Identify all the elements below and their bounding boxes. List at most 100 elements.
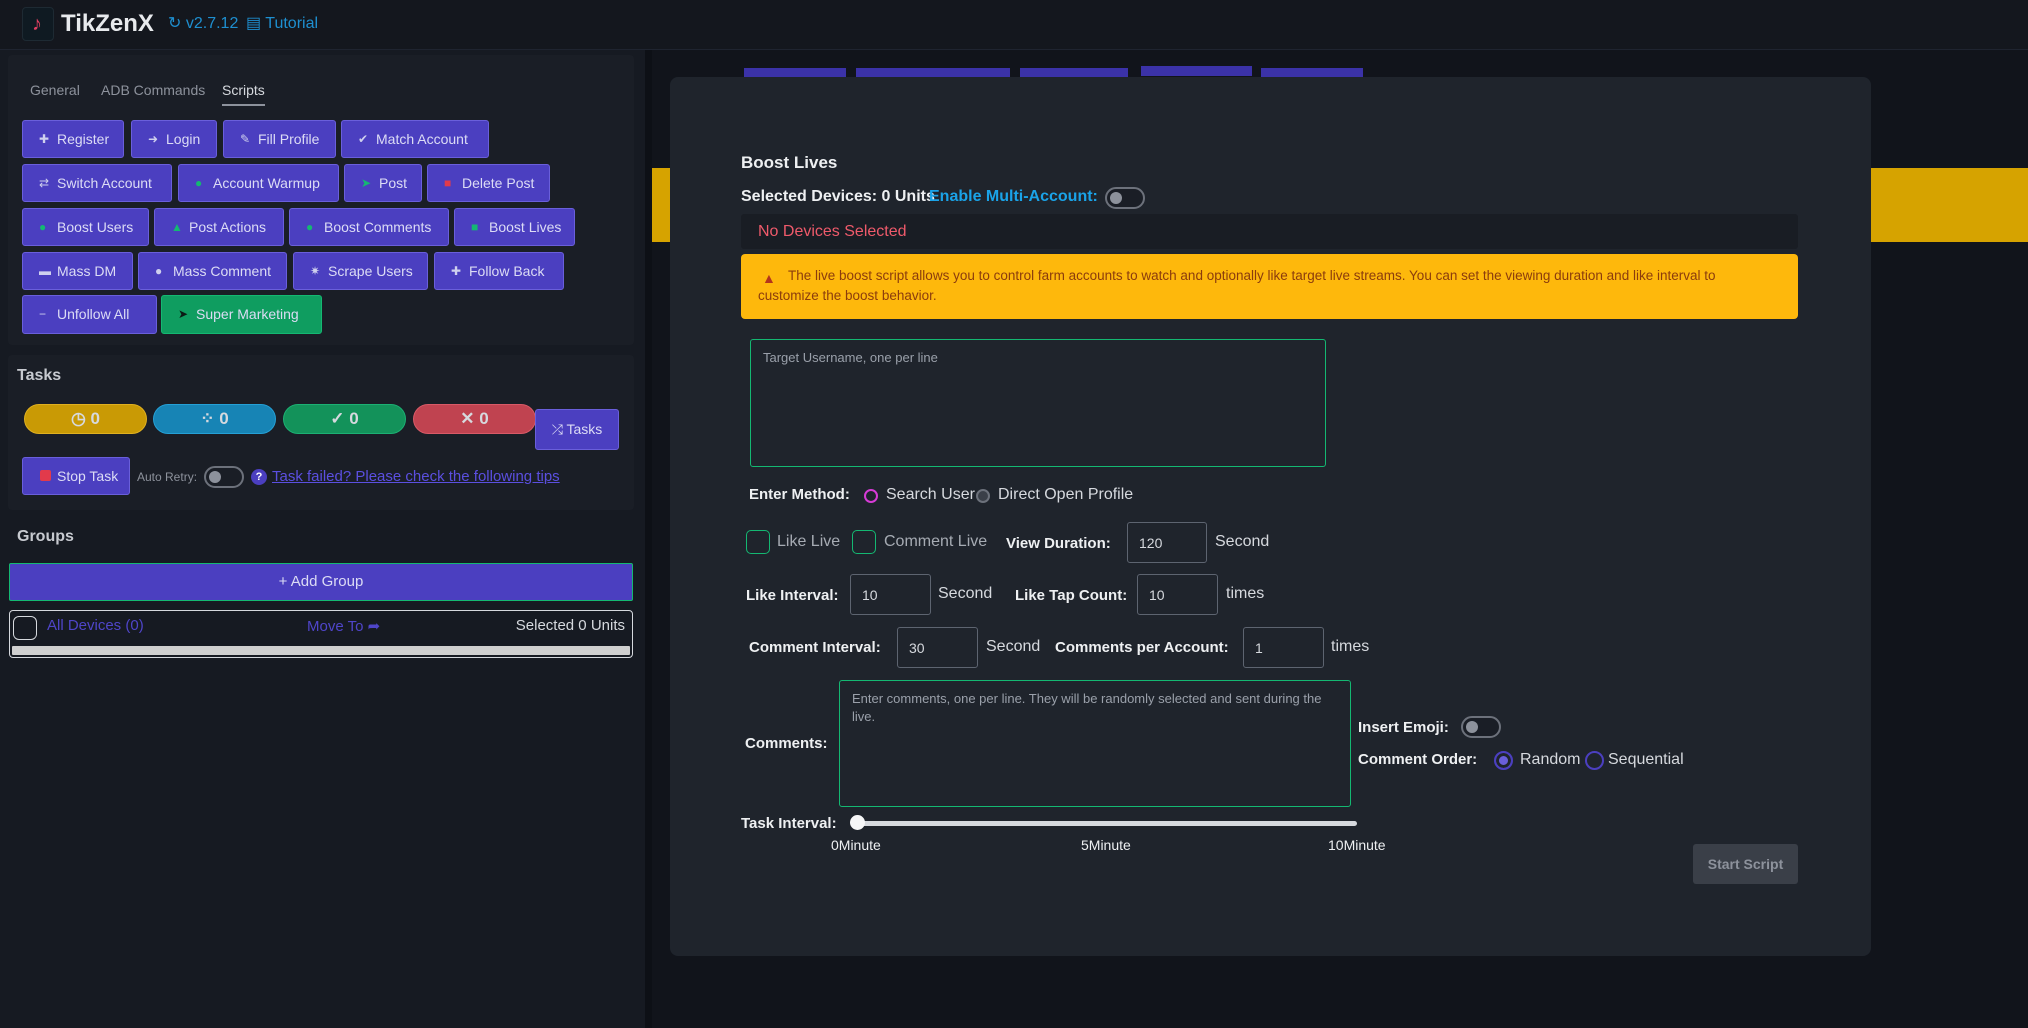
trash-icon: ■ <box>444 176 452 190</box>
tasks-title: Tasks <box>17 367 62 384</box>
auto-retry-label: Auto Retry: <box>137 470 198 484</box>
comments-input[interactable] <box>839 680 1351 807</box>
video-icon: ■ <box>471 220 479 234</box>
mass-comment-button[interactable]: ● Mass Comment <box>138 252 287 290</box>
view-duration-input[interactable] <box>1127 522 1207 563</box>
post-actions-button[interactable]: ▲ Post Actions <box>154 208 284 246</box>
comments-per-account-unit: times <box>1331 638 1370 655</box>
toggle-knob <box>1110 192 1122 204</box>
boost-users-button[interactable]: ● Boost Users <box>22 208 149 246</box>
super-marketing-button[interactable]: ➤ Super Marketing <box>161 295 322 334</box>
delete-post-button[interactable]: ■ Delete Post <box>427 164 550 202</box>
account-warmup-label: Account Warmup <box>213 175 320 191</box>
match-account-label: Match Account <box>376 131 468 147</box>
sequential-order-label[interactable]: Sequential <box>1608 751 1684 769</box>
search-user-radio[interactable] <box>864 489 878 503</box>
login-button[interactable]: ➜ Login <box>131 120 217 158</box>
unfollow-all-button[interactable]: − Unfollow All <box>22 295 157 334</box>
toggle-knob <box>209 471 221 483</box>
fill-profile-label: Fill Profile <box>258 131 320 147</box>
question-circle-icon: ? <box>251 469 267 485</box>
tab-general[interactable]: General <box>30 81 80 99</box>
switch-account-button[interactable]: ⇄ Switch Account <box>22 164 172 202</box>
background-tab <box>1141 66 1252 76</box>
no-devices-text: No Devices Selected <box>758 223 907 240</box>
random-order-label[interactable]: Random <box>1520 751 1580 769</box>
app-title: TikZenX <box>61 10 154 37</box>
mass-dm-button[interactable]: ▬ Mass DM <box>22 252 133 290</box>
comment-live-label[interactable]: Comment Live <box>884 533 987 551</box>
like-tap-count-unit: times <box>1226 585 1265 602</box>
failed-tasks-counter[interactable]: ✕ 0 <box>413 404 536 434</box>
running-tasks-counter[interactable]: ⁘ 0 <box>153 404 276 434</box>
multi-account-label: Enable Multi-Account: <box>929 188 1098 205</box>
device-list-scrollbar[interactable] <box>12 646 630 655</box>
move-to-button[interactable]: Move To ➦ <box>307 617 380 635</box>
comments-per-account-label: Comments per Account: <box>1055 639 1229 656</box>
comments-per-account-input[interactable] <box>1243 627 1324 668</box>
selected-devices-label: Selected Devices: 0 Units <box>741 188 935 205</box>
post-button[interactable]: ➤ Post <box>344 164 422 202</box>
groups-title: Groups <box>17 528 74 545</box>
direct-open-profile-radio[interactable] <box>976 489 990 503</box>
tab-scripts[interactable]: Scripts <box>222 81 265 106</box>
start-script-button[interactable]: Start Script <box>1693 844 1798 884</box>
version-label[interactable]: ↻ v2.7.12 <box>168 15 238 33</box>
send-icon: ➤ <box>361 176 372 190</box>
all-devices-checkbox[interactable] <box>13 616 37 640</box>
target-username-input[interactable] <box>750 339 1326 467</box>
boost-lives-button[interactable]: ■ Boost Lives <box>454 208 575 246</box>
like-live-checkbox[interactable] <box>746 530 770 554</box>
message-icon: ▬ <box>39 264 51 278</box>
mass-comment-label: Mass Comment <box>173 263 272 279</box>
register-button[interactable]: ✚ Register <box>22 120 124 158</box>
selected-units-label: Selected 0 Units <box>515 617 625 634</box>
scrape-users-button[interactable]: ✷ Scrape Users <box>293 252 428 290</box>
warning-icon: ▲ <box>762 270 776 286</box>
like-live-label[interactable]: Like Live <box>777 533 840 551</box>
info-banner: ▲ The live boost script allows you to co… <box>741 254 1798 319</box>
sign-in-icon: ➜ <box>148 132 159 146</box>
thumbs-up-icon: ▲ <box>171 220 183 234</box>
slider-tick-label: 0Minute <box>831 837 881 853</box>
task-interval-label: Task Interval: <box>741 815 837 832</box>
direct-open-profile-label[interactable]: Direct Open Profile <box>998 486 1133 504</box>
auto-retry-toggle[interactable] <box>204 466 244 488</box>
like-tap-count-input[interactable] <box>1137 574 1218 615</box>
add-group-button[interactable]: + Add Group <box>9 563 633 601</box>
user-edit-icon: ✎ <box>240 132 251 146</box>
like-interval-input[interactable] <box>850 574 931 615</box>
comment-live-checkbox[interactable] <box>852 530 876 554</box>
tutorial-link[interactable]: ▤ Tutorial <box>246 15 318 33</box>
switch-account-label: Switch Account <box>57 175 152 191</box>
tab-adb-commands[interactable]: ADB Commands <box>101 81 205 99</box>
success-tasks-counter[interactable]: ✓ 0 <box>283 404 406 434</box>
tasks-button[interactable]: ⤮ Tasks <box>535 409 619 450</box>
comment-interval-input[interactable] <box>897 627 978 668</box>
comment-order-label: Comment Order: <box>1358 751 1478 768</box>
random-order-radio[interactable] <box>1494 751 1513 770</box>
multi-account-toggle[interactable] <box>1105 187 1145 209</box>
user-icon: ● <box>39 220 47 234</box>
sequential-order-radio[interactable] <box>1585 751 1604 770</box>
insert-emoji-toggle[interactable] <box>1461 716 1501 738</box>
comment-icon: ● <box>306 220 314 234</box>
task-interval-slider[interactable] <box>856 821 1357 826</box>
account-warmup-button[interactable]: ● Account Warmup <box>178 164 339 202</box>
search-user-label[interactable]: Search User <box>886 486 975 504</box>
like-interval-unit: Second <box>938 585 993 602</box>
all-devices-label[interactable]: All Devices (0) <box>47 617 144 634</box>
like-interval-label: Like Interval: <box>746 587 839 604</box>
login-label: Login <box>166 131 201 147</box>
fill-profile-button[interactable]: ✎ Fill Profile <box>223 120 336 158</box>
match-account-button[interactable]: ✔ Match Account <box>341 120 489 158</box>
task-tips-link[interactable]: Task failed? Please check the following … <box>272 468 560 485</box>
task-interval-slider-handle[interactable] <box>850 815 865 830</box>
stop-task-button[interactable]: Stop Task <box>22 457 130 495</box>
follow-back-button[interactable]: ✚ Follow Back <box>434 252 564 290</box>
no-devices-alert: No Devices Selected <box>741 214 1798 249</box>
pending-tasks-counter[interactable]: ◷ 0 <box>24 404 147 434</box>
user-check-icon: ✔ <box>358 132 369 146</box>
boost-comments-button[interactable]: ● Boost Comments <box>289 208 449 246</box>
app-logo: ♪ <box>22 7 54 41</box>
